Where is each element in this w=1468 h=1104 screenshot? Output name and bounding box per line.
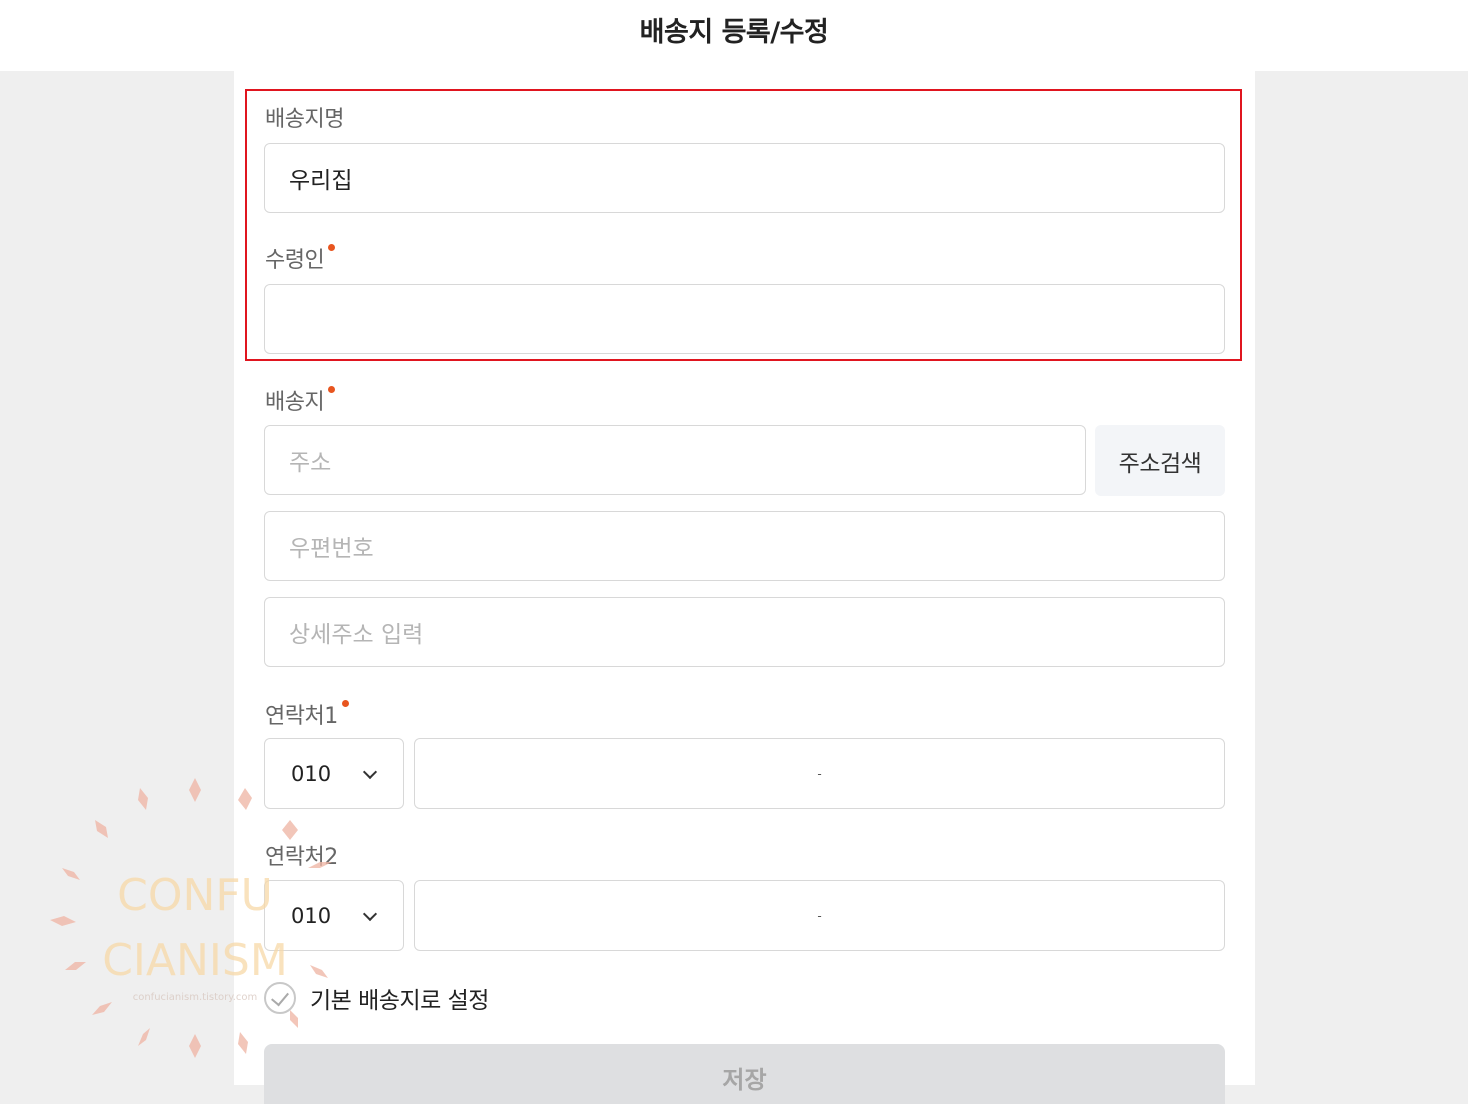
header-bar: 배송지 등록/수정 bbox=[0, 0, 1468, 71]
recipient-input[interactable] bbox=[264, 284, 1225, 354]
address-label: 배송지 bbox=[265, 384, 336, 416]
phone1-label: 연락처1 bbox=[265, 698, 349, 730]
default-address-label: 기본 배송지로 설정 bbox=[310, 988, 489, 1014]
check-icon[interactable] bbox=[264, 982, 296, 1014]
address-search-button[interactable]: 주소검색 bbox=[1095, 425, 1225, 496]
save-button[interactable]: 저장 bbox=[264, 1044, 1225, 1104]
required-dot-icon bbox=[341, 700, 349, 707]
phone2-label: 연락처2 bbox=[265, 845, 338, 870]
address-name-input[interactable]: 우리집 bbox=[264, 143, 1225, 213]
address-input[interactable]: 주소 bbox=[264, 425, 1086, 495]
phone2-prefix-value: 010 bbox=[291, 903, 332, 928]
phone1-prefix-value: 010 bbox=[291, 761, 332, 786]
required-dot-icon bbox=[328, 386, 336, 393]
required-dot-icon bbox=[328, 244, 336, 251]
phone2-prefix-select[interactable]: 010 bbox=[264, 880, 404, 951]
phone1-prefix-select[interactable]: 010 bbox=[264, 738, 404, 809]
detail-address-input[interactable]: 상세주소 입력 bbox=[264, 597, 1225, 667]
chevron-down-icon bbox=[362, 764, 378, 780]
page-title: 배송지 등록/수정 bbox=[639, 17, 829, 48]
phone2-separator: - bbox=[817, 908, 822, 923]
phone1-separator: - bbox=[817, 766, 822, 781]
zipcode-input[interactable]: 우편번호 bbox=[264, 511, 1225, 581]
phone2-number-input[interactable]: - bbox=[414, 880, 1225, 951]
recipient-label: 수령인 bbox=[265, 242, 336, 274]
chevron-down-icon bbox=[362, 906, 378, 922]
phone1-number-input[interactable]: - bbox=[414, 738, 1225, 809]
address-name-label: 배송지명 bbox=[265, 107, 344, 132]
default-address-checkbox[interactable]: 기본 배송지로 설정 bbox=[264, 981, 489, 1015]
